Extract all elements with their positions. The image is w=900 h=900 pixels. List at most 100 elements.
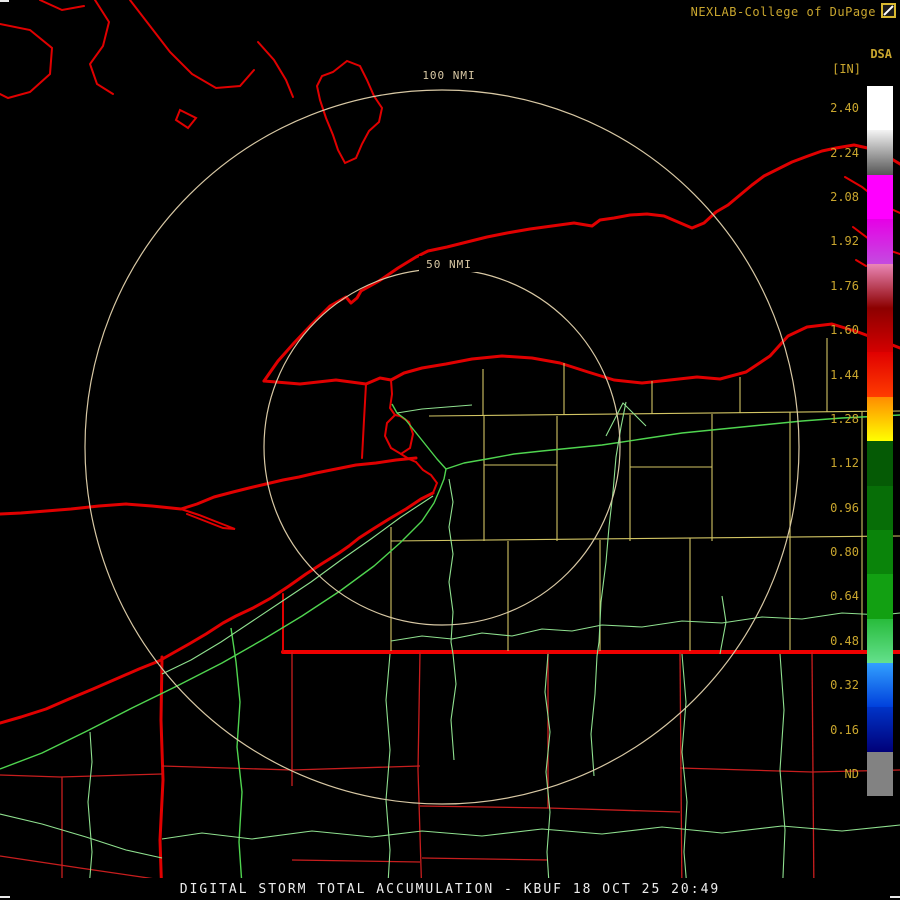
- niagara-river: [388, 379, 396, 416]
- county-line: [161, 765, 421, 771]
- colorbar-row: ND: [807, 751, 893, 797]
- range-ring-50nmi-label: 50 NMI: [426, 258, 472, 271]
- highway-bottom-eastwest: [161, 824, 900, 840]
- county-line: [417, 651, 422, 878]
- radar-map: 100 NMI 50 NMI: [0, 0, 900, 878]
- colorbar-swatch: [867, 707, 893, 752]
- colorbar-swatch: [867, 529, 893, 575]
- highway-route: [719, 595, 727, 655]
- small-lake: [174, 108, 198, 130]
- border-tick: [890, 896, 900, 898]
- kawartha-lakes-shoreline: [257, 41, 294, 98]
- colorbar-swatch: [867, 618, 893, 664]
- highway-route: [385, 653, 391, 878]
- highway-route5-shore: [161, 495, 434, 675]
- radar-screen: 100 NMI 50 NMI NEXLAB-College of DuPage …: [0, 0, 900, 900]
- highway-route: [681, 653, 688, 878]
- colorbar-value-label: ND: [844, 767, 859, 782]
- colorbar-row: 2.24: [807, 130, 893, 175]
- range-ring-50nmi: [263, 268, 621, 626]
- georgian-bay-shoreline: [129, 0, 255, 90]
- colorbar-swatch: [867, 485, 893, 530]
- border-tick: [0, 896, 10, 898]
- colorbar-swatch: [867, 307, 893, 353]
- colorbar-swatch: [867, 263, 893, 308]
- colorbar-swatch: [867, 396, 893, 442]
- highway-route: [87, 731, 93, 878]
- colorbar-row: 0.80: [807, 529, 893, 575]
- colorbar-value-label: 1.12: [830, 456, 859, 471]
- long-point-spit: [180, 508, 236, 530]
- colorbar-value-label: 1.44: [830, 367, 859, 382]
- colorbar-row: 1.28: [807, 396, 893, 442]
- range-ring-100nmi: [84, 89, 800, 805]
- product-units-label: [IN]: [832, 62, 861, 76]
- colorbar-row: 1.44: [807, 352, 893, 397]
- highway-route: [779, 653, 786, 878]
- colorbar-value-label: 1.92: [830, 234, 859, 249]
- colorbar-row: 1.76: [807, 263, 893, 308]
- georgian-bay-shoreline: [88, 0, 114, 95]
- welland-canal: [361, 383, 367, 459]
- cod-flag-icon: [881, 3, 896, 18]
- county-line: [291, 859, 421, 863]
- county-borders-red: [0, 651, 900, 878]
- colorbar-row: 0.48: [807, 618, 893, 664]
- colorbar-swatch: [867, 352, 893, 397]
- colorbar-row: 2.40: [807, 86, 893, 131]
- colorbar-row: 0.64: [807, 574, 893, 619]
- colorbar-row: 1.60: [807, 307, 893, 353]
- colorbar-row: 1.12: [807, 441, 893, 486]
- colorbar-row: 2.08: [807, 174, 893, 220]
- colorbar-row: 1.92: [807, 219, 893, 264]
- colorbar-value-label: 0.96: [830, 500, 859, 515]
- highway-i390: [590, 401, 627, 777]
- colorbar-value-label: 0.32: [830, 678, 859, 693]
- georgian-bay-shoreline: [0, 23, 54, 100]
- highway-route: [0, 813, 163, 859]
- colorbar-swatch: [867, 751, 893, 797]
- georgian-bay-shoreline: [39, 0, 85, 12]
- colorbar-value-label: 2.40: [830, 101, 859, 116]
- lake-ontario-south-shore: [262, 322, 900, 386]
- colorbar-swatch: [867, 130, 893, 175]
- colorbar-value-label: 0.16: [830, 722, 859, 737]
- colorbar-value-label: 1.76: [830, 278, 859, 293]
- colorbar-swatch: [867, 441, 893, 486]
- highway-i79: [230, 627, 243, 878]
- range-rings: 100 NMI 50 NMI: [84, 66, 800, 805]
- colorbar-swatch: [867, 219, 893, 264]
- county-line: [0, 855, 153, 878]
- lake-erie-south-shore: [0, 491, 435, 725]
- colorbar-row: 0.96: [807, 485, 893, 530]
- border-tick: [0, 0, 9, 2]
- colorbar-value-label: 0.64: [830, 589, 859, 604]
- pa-oh-state-border: [158, 655, 165, 878]
- lake-erie-north-shore: [0, 456, 418, 516]
- colorbar-value-label: 0.48: [830, 633, 859, 648]
- lake-simcoe: [315, 59, 384, 165]
- colorbar-swatch: [867, 86, 893, 131]
- product-code-label: DSA: [870, 47, 892, 61]
- colorbar-value-label: 2.24: [830, 145, 859, 160]
- colorbar-value-label: 2.08: [830, 189, 859, 204]
- status-bar: DIGITAL STORM TOTAL ACCUMULATION - KBUF …: [0, 878, 900, 900]
- county-line: [421, 857, 549, 861]
- product-title: DIGITAL STORM TOTAL ACCUMULATION - KBUF …: [179, 881, 721, 897]
- colorbar-value-label: 1.60: [830, 323, 859, 338]
- colorbar-swatch: [867, 574, 893, 619]
- shorelines-state-borders: [0, 0, 900, 878]
- colorbar-row: 0.32: [807, 663, 893, 708]
- lake-ontario-north-shore: [262, 143, 900, 383]
- colorbar-legend: 2.40 2.24 2.08 1.92 1.76 1.60 1.44 1.28: [807, 86, 893, 797]
- colorbar-swatch: [867, 663, 893, 708]
- county-line: [0, 773, 163, 778]
- colorbar-row: 0.16: [807, 707, 893, 752]
- range-ring-100nmi-label: 100 NMI: [422, 69, 475, 82]
- colorbar-swatch: [867, 174, 893, 220]
- buffalo-harbor: [415, 461, 439, 494]
- brand: NEXLAB-College of DuPage: [691, 5, 876, 19]
- highway-i90-southwest: [0, 468, 447, 770]
- grand-island: [383, 413, 415, 456]
- brand-text: NEXLAB-College of DuPage: [690, 5, 876, 19]
